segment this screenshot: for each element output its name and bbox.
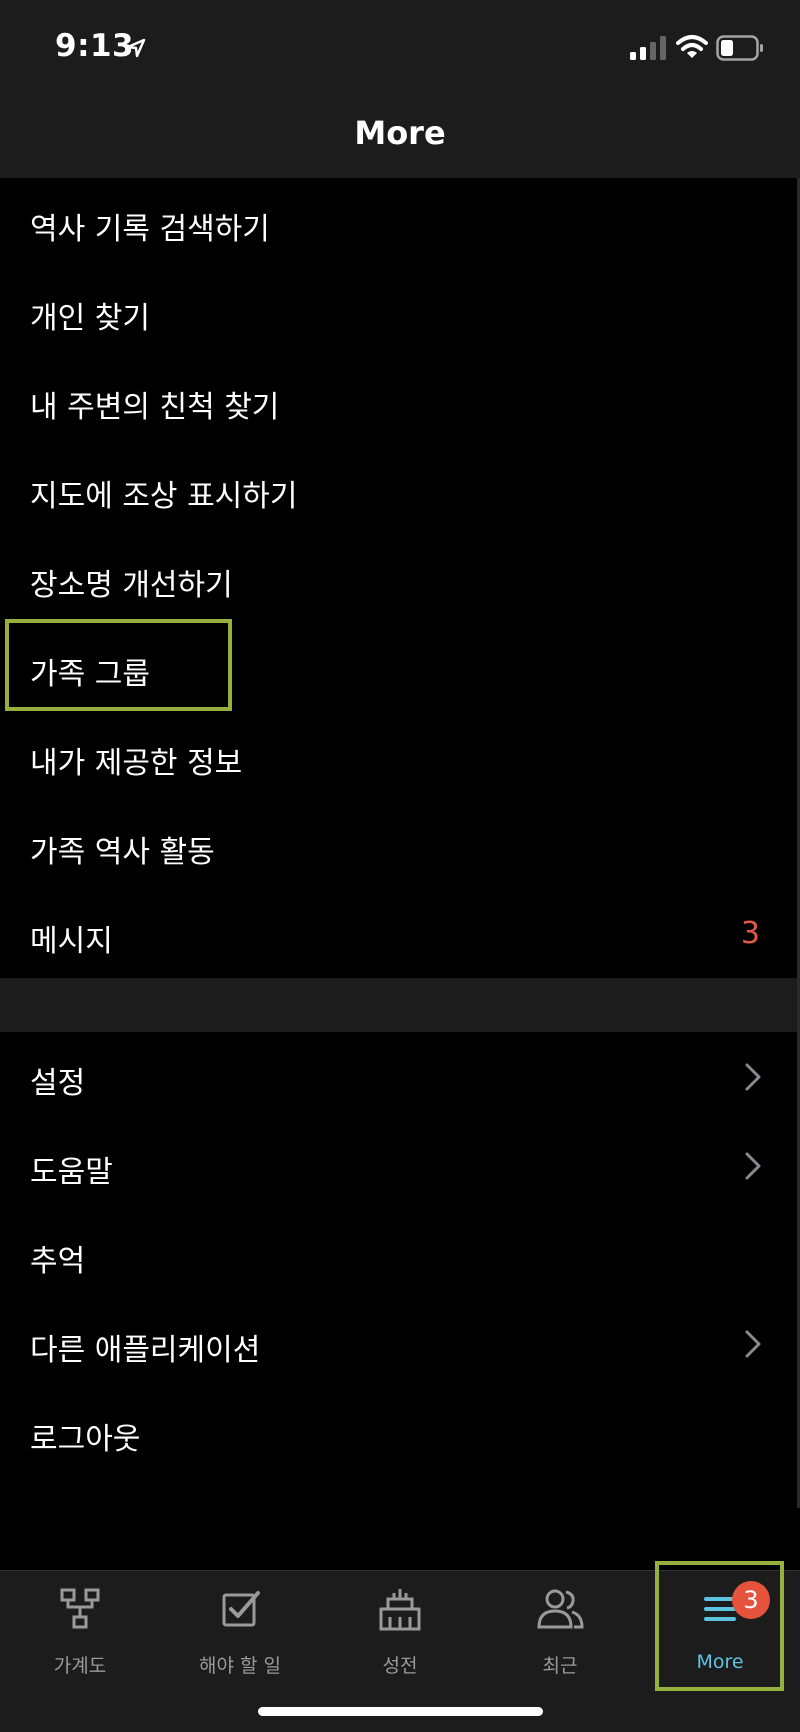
menu-item-label: 지도에 조상 표시하기 — [30, 479, 298, 514]
signal-icon — [630, 36, 666, 60]
status-time: 9:13 — [55, 28, 135, 64]
menu-item-my-contributions[interactable]: 내가 제공한 정보 — [0, 712, 800, 801]
tab-label: 가계도 — [53, 1655, 107, 1677]
top-bar: 9:13 More — [0, 0, 800, 178]
feature-list: 역사 기록 검색하기 개인 찾기 내 주변의 친척 찾기 지도에 조상 표시하기… — [0, 178, 800, 978]
tab-label: 해야 할 일 — [199, 1655, 281, 1677]
tab-label: 최근 — [542, 1655, 578, 1677]
menu-item-label: 개인 찾기 — [30, 301, 150, 336]
menu-item-label: 내가 제공한 정보 — [30, 746, 243, 781]
menu-item-other-apps[interactable]: 다른 애플리케이션 — [0, 1299, 800, 1388]
menu-item-label: 추억 — [30, 1244, 86, 1279]
menu-item-label: 다른 애플리케이션 — [30, 1333, 261, 1368]
tab-label: 성전 — [382, 1655, 418, 1677]
menu-item-label: 설정 — [30, 1066, 86, 1101]
tab-to-do[interactable]: 해야 할 일 — [160, 1571, 320, 1701]
people-icon — [537, 1589, 584, 1629]
menu-item-search-records[interactable]: 역사 기록 검색하기 — [0, 178, 800, 267]
menu-item-find-person[interactable]: 개인 찾기 — [0, 267, 800, 356]
menu-item-label: 도움말 — [30, 1155, 113, 1190]
message-count-badge: 3 — [740, 916, 760, 951]
menu-item-help[interactable]: 도움말 — [0, 1121, 800, 1210]
menu-item-label: 메시지 — [30, 924, 113, 959]
chevron-right-icon — [745, 1330, 761, 1358]
annotation-highlight-more-tab — [655, 1561, 784, 1691]
menu-item-label: 장소명 개선하기 — [30, 568, 233, 603]
menu-item-ancestors-map[interactable]: 지도에 조상 표시하기 — [0, 445, 800, 534]
battery-icon — [716, 35, 763, 61]
tab-family-tree[interactable]: 가계도 — [0, 1571, 160, 1701]
menu-item-memories[interactable]: 추억 — [0, 1210, 800, 1299]
tab-temple[interactable]: 성전 — [320, 1571, 480, 1701]
chevron-right-icon — [745, 1152, 761, 1180]
menu-item-settings[interactable]: 설정 — [0, 1032, 800, 1121]
menu-item-family-history-activities[interactable]: 가족 역사 활동 — [0, 801, 800, 890]
annotation-highlight-family-group — [5, 619, 232, 711]
settings-list: 설정 도움말 추억 다른 애플리케이션 로그아웃 — [0, 1032, 800, 1570]
tree-icon — [60, 1588, 100, 1629]
tab-recent[interactable]: 최근 — [480, 1571, 640, 1701]
chevron-right-icon — [745, 1063, 761, 1091]
menu-item-sign-out[interactable]: 로그아웃 — [0, 1388, 800, 1477]
menu-item-improve-place-names[interactable]: 장소명 개선하기 — [0, 534, 800, 623]
checkbox-icon — [222, 1591, 260, 1627]
menu-item-label: 가족 역사 활동 — [30, 835, 215, 870]
location-arrow-icon — [126, 38, 146, 58]
page-title: More — [354, 114, 446, 152]
menu-item-label: 로그아웃 — [30, 1422, 141, 1457]
home-indicator[interactable] — [258, 1707, 543, 1716]
temple-icon — [379, 1589, 421, 1631]
menu-item-label: 내 주변의 친척 찾기 — [30, 390, 280, 425]
menu-item-messages[interactable]: 메시지 3 — [0, 890, 800, 979]
wifi-icon — [676, 35, 708, 58]
menu-item-relatives-around-me[interactable]: 내 주변의 친척 찾기 — [0, 356, 800, 445]
menu-item-label: 역사 기록 검색하기 — [30, 212, 270, 247]
section-separator — [0, 978, 800, 1032]
